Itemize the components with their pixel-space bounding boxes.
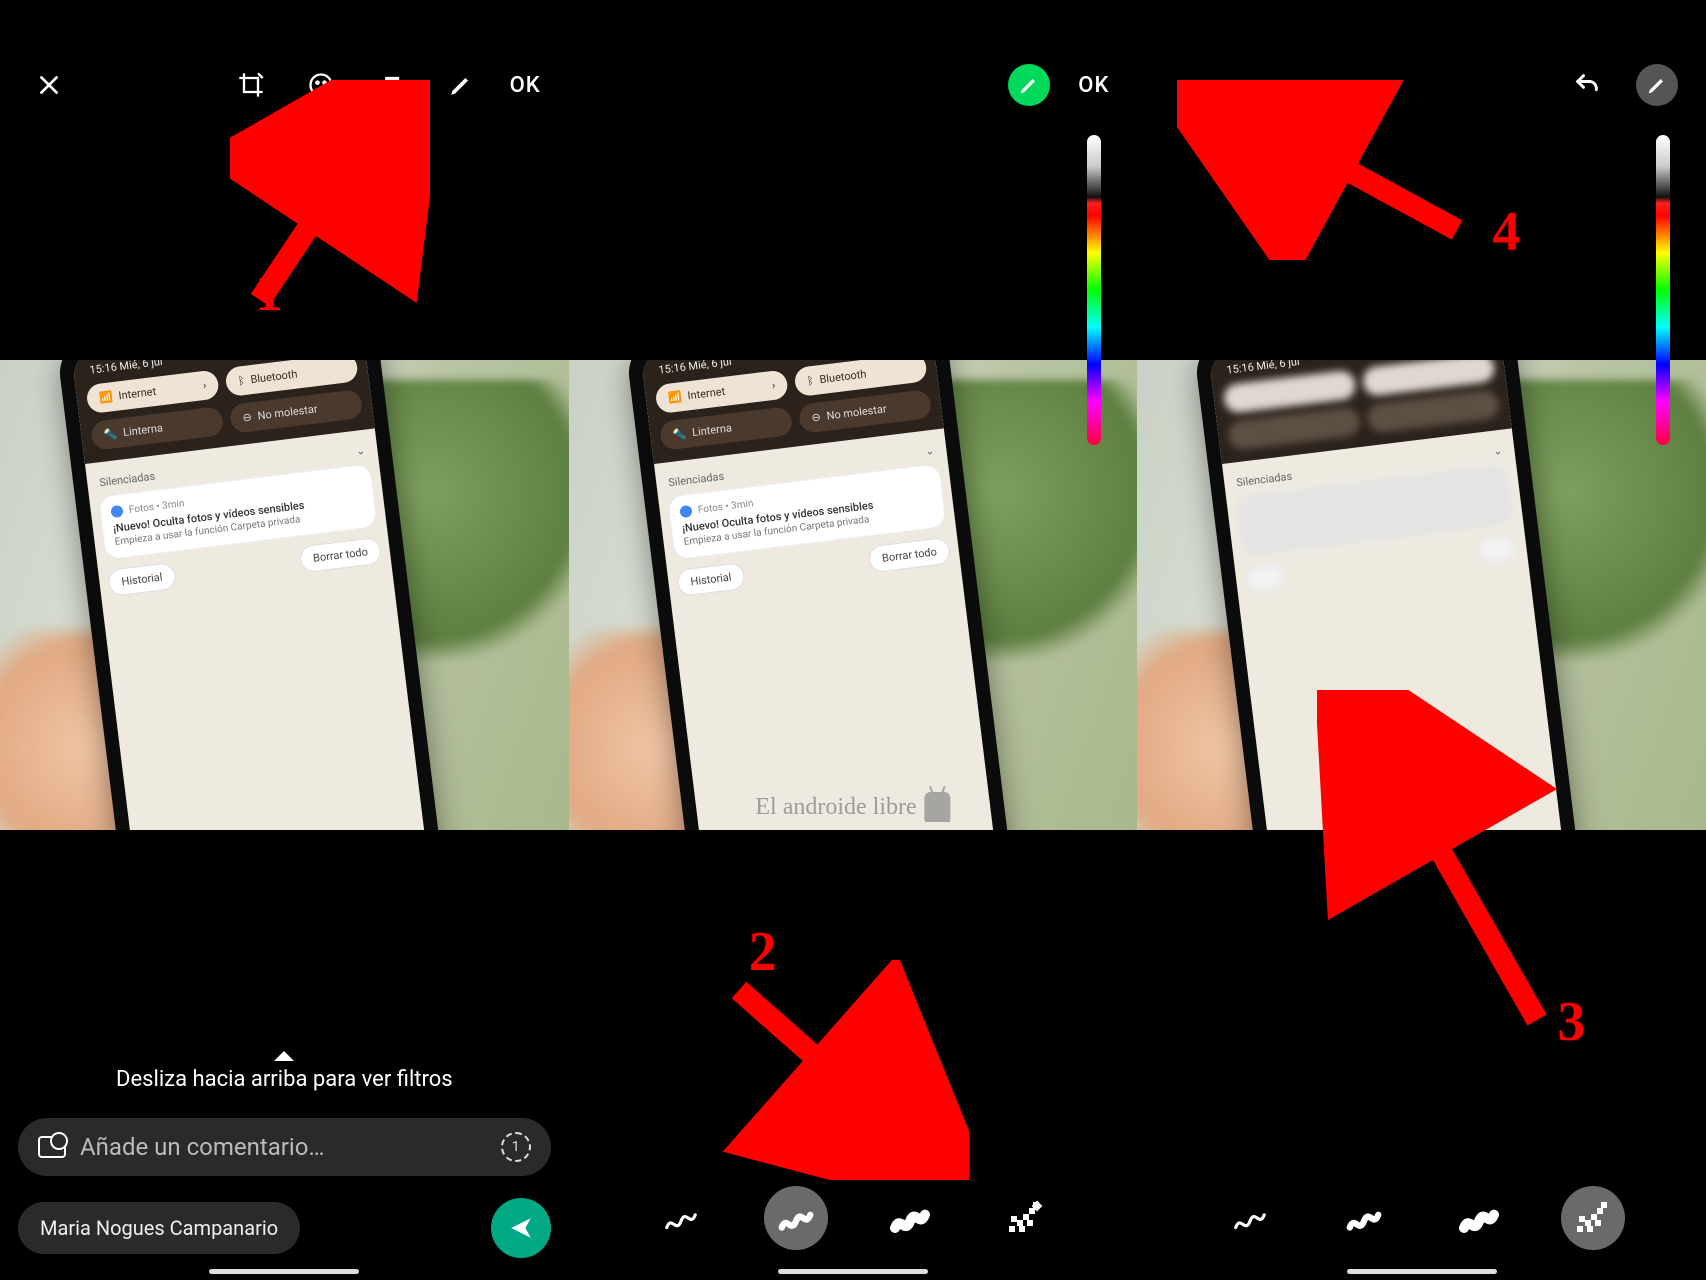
screenshot-3: 15:16 Mié, 6 jul ❤ Hasta: 11:00 Silencia… [1137,0,1706,1280]
view-once-icon[interactable]: 1 [501,1132,531,1162]
brush-thin[interactable] [649,1186,713,1250]
send-button[interactable] [491,1198,551,1258]
nav-bar-2 [778,1269,928,1274]
draw-icon-active[interactable] [1008,64,1050,106]
undo-icon[interactable] [1566,64,1608,106]
screenshot-1: OK 15:16 Mié, 6 jul ❤ Hasta: 11:00 📶Inte… [0,0,569,1280]
brush-row [569,1186,1138,1250]
photo-preview: 15:16 Mié, 6 jul ❤ Hasta: 11:00 📶Interne… [0,360,569,830]
photo-preview-2: 15:16 Mié, 6 jul ❤ Hasta: 11:00 📶Interne… [569,360,1138,830]
annotation-label-4: 4 [1492,200,1520,264]
phone-time: 15:16 Mié, 6 jul [89,360,163,377]
color-slider-2[interactable] [1656,135,1670,445]
brush-thick-2[interactable] [1447,1186,1511,1250]
chip-historial: Historial [108,563,176,596]
chevron-up-icon [274,1051,294,1061]
screenshot-2: OK 15:16 Mié, 6 jul ❤ Hasta: 11:00 📶Inte… [569,0,1138,1280]
phone-in-photo-pixelated: 15:16 Mié, 6 jul ❤ Hasta: 11:00 Silencia… [1193,360,1581,830]
caption-input-row[interactable]: Añade un comentario… 1 [18,1118,551,1176]
annotation-arrow-1 [230,80,430,320]
add-image-icon[interactable] [38,1136,66,1158]
brush-thick[interactable] [878,1186,942,1250]
annotation-arrow-2 [709,960,969,1180]
caption-placeholder[interactable]: Añade un comentario… [80,1133,487,1161]
crop-icon[interactable] [230,64,272,106]
editor-toolbar: OK [0,55,569,115]
chip-borrar: Borrar todo [300,538,382,572]
brush-row-2 [1137,1186,1706,1250]
editor-toolbar-3 [1137,55,1706,115]
notif-section: Silenciadas [99,470,156,490]
text-icon[interactable] [370,64,412,106]
ok-button[interactable]: OK [510,73,541,98]
watermark: El androide libre [755,792,950,822]
ok-button-2[interactable]: OK [1078,73,1109,98]
compose-area: Desliza hacia arriba para ver filtros Añ… [0,1041,569,1280]
recipient-chip[interactable]: Maria Nogues Campanario [18,1202,300,1254]
notif-app: Fotos • 3min [128,498,185,516]
color-slider[interactable] [1087,135,1101,445]
brush-medium-selected[interactable] [764,1186,828,1250]
editor-toolbar-2: OK [569,55,1138,115]
brush-pixelate-selected[interactable] [1561,1186,1625,1250]
annotation-label-3: 3 [1557,990,1585,1054]
tile-linterna: 🔦Linterna [90,406,225,451]
phone-in-photo-2: 15:16 Mié, 6 jul ❤ Hasta: 11:00 📶Interne… [625,360,1013,830]
nav-bar-3 [1347,1269,1497,1274]
draw-icon[interactable] [440,64,482,106]
draw-icon-grey[interactable] [1636,64,1678,106]
brush-thin-2[interactable] [1218,1186,1282,1250]
chevron-down-icon: ⌄ [355,444,366,458]
filters-hint[interactable]: Desliza hacia arriba para ver filtros [18,1051,551,1092]
android-icon [925,792,951,822]
phone-in-photo: 15:16 Mié, 6 jul ❤ Hasta: 11:00 📶Interne… [56,360,444,830]
filters-hint-text: Desliza hacia arriba para ver filtros [116,1067,453,1092]
brush-pixelate[interactable] [993,1186,1057,1250]
close-icon[interactable] [28,64,70,106]
photo-preview-3: 15:16 Mié, 6 jul ❤ Hasta: 11:00 Silencia… [1137,360,1706,830]
emoji-icon[interactable] [300,64,342,106]
brush-medium-2[interactable] [1332,1186,1396,1250]
annotation-label-2: 2 [749,920,777,984]
annotation-label-1: 1 [255,260,283,324]
tile-no-molestar: ⊖No molestar [229,389,364,434]
